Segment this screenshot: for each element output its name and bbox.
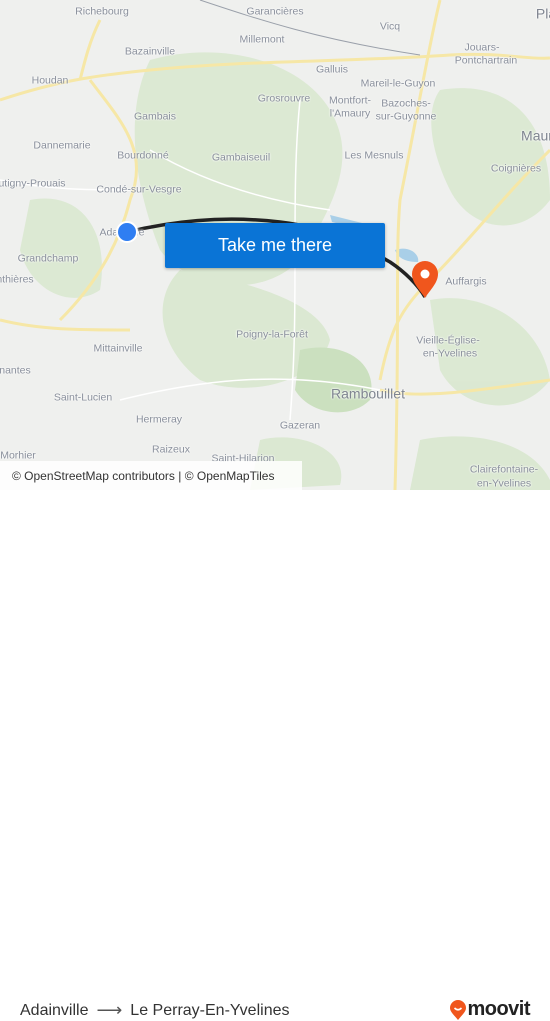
map-label: Vicq (379, 20, 401, 33)
map-label: Auffargis (445, 275, 487, 288)
moovit-pin-icon (450, 999, 467, 1020)
map-label: Richebourg (75, 5, 129, 18)
map-label: nantes (0, 364, 31, 377)
footer: Adainville ⟶ Le Perray-En-Yvelines moovi… (0, 490, 550, 1020)
map-label: Bazainville (124, 45, 176, 58)
map-label: en-Yvelines (476, 477, 532, 490)
map-label: Grandchamp (17, 252, 79, 265)
map-label: Hermeray (135, 413, 183, 426)
moovit-logo: moovit (450, 998, 530, 1021)
map-label: Saint-Lucien (53, 391, 113, 404)
map-label: Garancières (246, 5, 304, 18)
arrow-right-icon: ⟶ (96, 1000, 123, 1020)
map-label: Grosrouvre (257, 92, 311, 105)
map-label: Gambaiseuil (211, 151, 271, 164)
map-label: utigny-Prouais (0, 177, 66, 190)
origin-name: Adainville (20, 1001, 89, 1019)
map-label: Jouars- (464, 41, 500, 54)
origin-marker[interactable] (116, 221, 138, 243)
map-label: Condé-sur-Vesgre (96, 183, 182, 196)
brand-name: moovit (467, 998, 530, 1020)
map-label: Montfort- (328, 94, 372, 107)
map-label: Dannemarie (33, 139, 91, 152)
map-label: Pontchartrain (454, 54, 518, 67)
map-label: Bazoches- (381, 97, 431, 110)
map-label: Poigny-la-Forêt (236, 328, 308, 341)
map-label: Houdan (31, 74, 69, 87)
map-label: Bourdonné (117, 149, 169, 162)
destination-pin-icon[interactable] (412, 261, 438, 298)
map-label: Raizeux (152, 443, 190, 456)
map-label: Mareil-le-Guyon (360, 77, 436, 90)
map-label: Galluis (315, 63, 349, 76)
map-label: Coignières (490, 162, 542, 175)
map[interactable]: Richebourg Garancières Vicq Pla Millemon… (0, 0, 550, 490)
map-label: Mittainville (93, 342, 143, 355)
map-label: Gazeran (279, 419, 321, 432)
map-label: Vieille-Église- (416, 334, 480, 347)
map-label: sur-Guyonne (375, 110, 437, 123)
route-title: Adainville ⟶ Le Perray-En-Yvelines (20, 1000, 289, 1021)
map-label: Gambais (133, 110, 177, 123)
map-label: l'Amaury (329, 107, 371, 120)
map-label: Clairefontaine- (469, 463, 539, 476)
destination-name: Le Perray-En-Yvelines (130, 1001, 290, 1019)
map-label: nthières (0, 273, 34, 286)
map-label: Les Mesnuls (344, 149, 404, 162)
map-label: Maur (521, 127, 550, 144)
take-me-there-button[interactable]: Take me there (165, 223, 385, 268)
map-attribution[interactable]: © OpenStreetMap contributors | © OpenMap… (0, 461, 302, 490)
map-label: Millemont (239, 33, 285, 46)
map-label: en-Yvelines (422, 347, 478, 360)
map-label: Rambouillet (331, 385, 405, 402)
map-label: Pla (535, 5, 550, 22)
